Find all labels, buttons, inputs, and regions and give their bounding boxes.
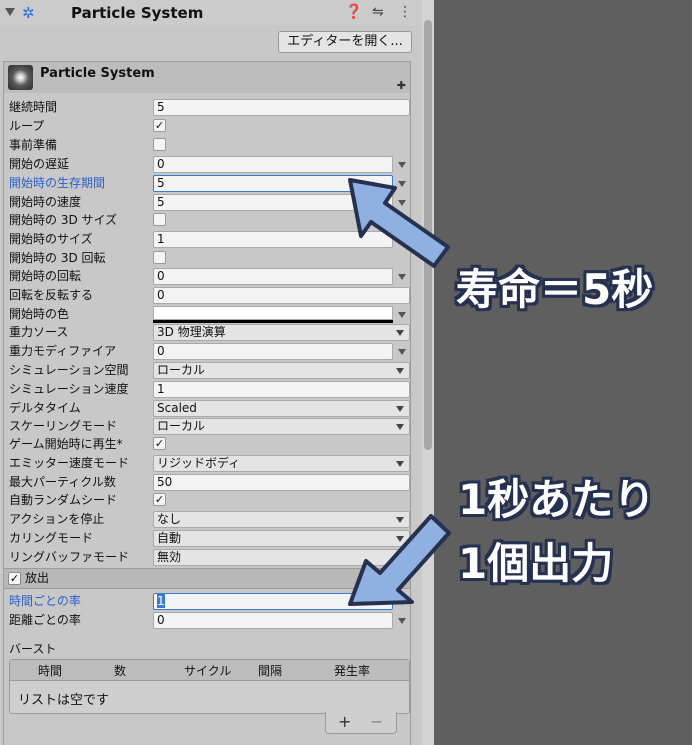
lifetime-annotation: 寿命＝5秒 (456, 265, 654, 314)
rate-annotation-line2: 1個出力 (458, 539, 614, 588)
rate-annotation-line1: 1秒あたり (458, 475, 656, 524)
annotation-arrows (348, 178, 451, 606)
lifetime-arrow (348, 178, 450, 268)
rate-arrow (348, 514, 451, 606)
